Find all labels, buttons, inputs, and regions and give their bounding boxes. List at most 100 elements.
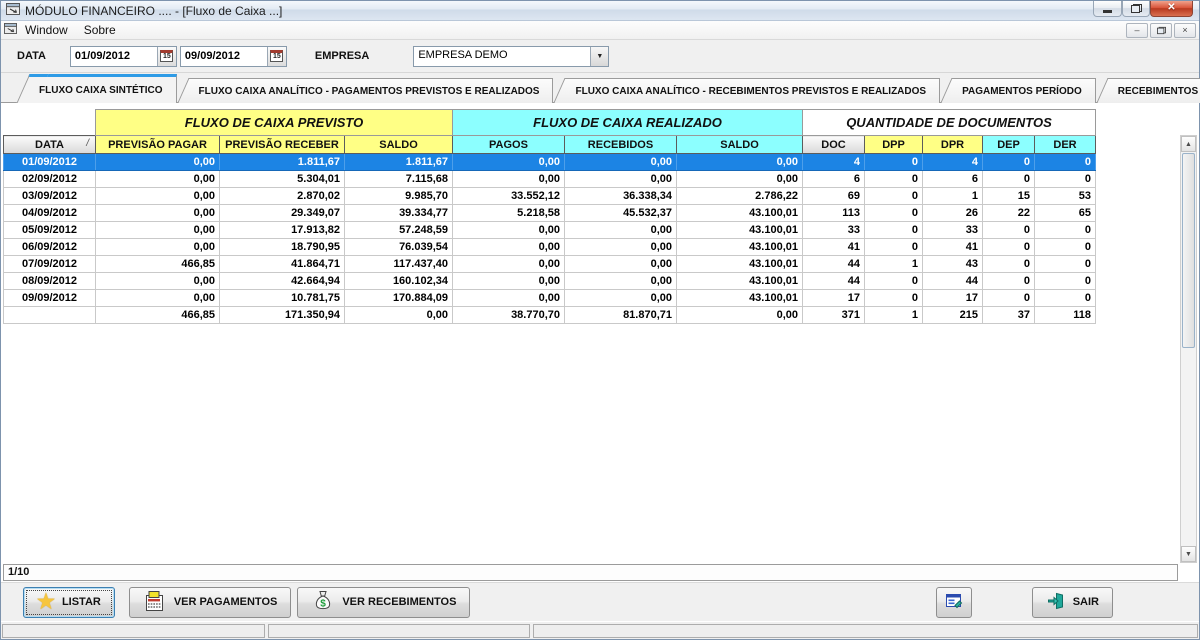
table-row[interactable]: 02/09/20120,005.304,017.115,680,000,000,…: [4, 171, 1096, 188]
cell[interactable]: 0,00: [453, 154, 565, 171]
cell[interactable]: 02/09/2012: [4, 171, 96, 188]
cell[interactable]: 10.781,75: [220, 290, 345, 307]
table-row[interactable]: 03/09/20120,002.870,029.985,7033.552,123…: [4, 188, 1096, 205]
cell[interactable]: 44: [803, 256, 865, 273]
table-row[interactable]: 01/09/20120,001.811,671.811,670,000,000,…: [4, 154, 1096, 171]
column-header-doc-7[interactable]: DOC: [803, 136, 865, 154]
cell[interactable]: 39.334,77: [345, 205, 453, 222]
date-to-calendar-button[interactable]: 15: [267, 47, 286, 66]
mdi-restore-button[interactable]: [1150, 23, 1172, 38]
cell[interactable]: 6: [923, 171, 983, 188]
cell[interactable]: 17: [923, 290, 983, 307]
column-header-saldo-6[interactable]: SALDO: [677, 136, 803, 154]
cell[interactable]: 41: [923, 239, 983, 256]
ver-pagamentos-button[interactable]: VER PAGAMENTOS: [129, 587, 292, 618]
scroll-down-button[interactable]: ▼: [1181, 546, 1196, 562]
cell[interactable]: 5.304,01: [220, 171, 345, 188]
cell[interactable]: 0: [983, 222, 1035, 239]
cell[interactable]: 0: [1035, 222, 1096, 239]
cell[interactable]: 69: [803, 188, 865, 205]
cell[interactable]: 26: [923, 205, 983, 222]
cell[interactable]: 0,00: [565, 222, 677, 239]
cell[interactable]: 5.218,58: [453, 205, 565, 222]
cell[interactable]: 0,00: [565, 154, 677, 171]
column-header-pagos-4[interactable]: PAGOS: [453, 136, 565, 154]
cell[interactable]: 43: [923, 256, 983, 273]
cell[interactable]: 0: [865, 188, 923, 205]
cell[interactable]: 0: [865, 205, 923, 222]
cell[interactable]: 41: [803, 239, 865, 256]
cell[interactable]: 0,00: [96, 154, 220, 171]
cell[interactable]: 466,85: [96, 256, 220, 273]
cell[interactable]: 41.864,71: [220, 256, 345, 273]
cell[interactable]: 0,00: [96, 188, 220, 205]
cell[interactable]: 4: [803, 154, 865, 171]
cell[interactable]: 0: [865, 273, 923, 290]
cell[interactable]: 0: [983, 290, 1035, 307]
cell[interactable]: 0: [983, 239, 1035, 256]
menu-item-window[interactable]: Window: [17, 22, 76, 38]
cell[interactable]: 15: [983, 188, 1035, 205]
cell[interactable]: 0,00: [96, 205, 220, 222]
cell[interactable]: 0,00: [453, 256, 565, 273]
cell[interactable]: 45.532,37: [565, 205, 677, 222]
cell[interactable]: 0,00: [96, 171, 220, 188]
cell[interactable]: 0: [1035, 273, 1096, 290]
cell[interactable]: 0,00: [453, 239, 565, 256]
cell[interactable]: 43.100,01: [677, 290, 803, 307]
cell[interactable]: 22: [983, 205, 1035, 222]
cell[interactable]: 4: [923, 154, 983, 171]
cell[interactable]: 0,00: [453, 222, 565, 239]
cell[interactable]: 0: [865, 239, 923, 256]
cell[interactable]: 1: [865, 256, 923, 273]
menu-item-sobre[interactable]: Sobre: [76, 22, 124, 38]
cell[interactable]: 03/09/2012: [4, 188, 96, 205]
cell[interactable]: 43.100,01: [677, 239, 803, 256]
table-row[interactable]: 08/09/20120,0042.664,94160.102,340,000,0…: [4, 273, 1096, 290]
cell[interactable]: 0,00: [96, 290, 220, 307]
table-row[interactable]: 07/09/2012466,8541.864,71117.437,400,000…: [4, 256, 1096, 273]
cell[interactable]: 1.811,67: [220, 154, 345, 171]
cell[interactable]: 0: [983, 154, 1035, 171]
cell[interactable]: 43.100,01: [677, 256, 803, 273]
cell[interactable]: 160.102,34: [345, 273, 453, 290]
cell[interactable]: 29.349,07: [220, 205, 345, 222]
cell[interactable]: 0: [983, 256, 1035, 273]
column-header-recebidos-5[interactable]: RECEBIDOS: [565, 136, 677, 154]
column-header-der-11[interactable]: DER: [1035, 136, 1096, 154]
report-button[interactable]: [936, 587, 972, 618]
cell[interactable]: 43.100,01: [677, 273, 803, 290]
cell[interactable]: 0,00: [565, 239, 677, 256]
cell[interactable]: 0,00: [565, 171, 677, 188]
mdi-minimize-button[interactable]: –: [1126, 23, 1148, 38]
table-row[interactable]: 06/09/20120,0018.790,9576.039,540,000,00…: [4, 239, 1096, 256]
column-header-saldo-3[interactable]: SALDO: [345, 136, 453, 154]
chevron-down-icon[interactable]: ▼: [590, 47, 608, 66]
cell[interactable]: 0: [1035, 290, 1096, 307]
cell[interactable]: 33: [923, 222, 983, 239]
cell[interactable]: 0,00: [96, 239, 220, 256]
mdi-close-button[interactable]: ×: [1174, 23, 1196, 38]
cell[interactable]: 6: [803, 171, 865, 188]
cell[interactable]: 44: [803, 273, 865, 290]
cell[interactable]: 06/09/2012: [4, 239, 96, 256]
cell[interactable]: 113: [803, 205, 865, 222]
cell[interactable]: 17.913,82: [220, 222, 345, 239]
tab-recebimentos-periodo[interactable]: RECEBIMENTOS PERÍODO: [1111, 78, 1200, 103]
listar-button[interactable]: ★ LISTAR: [23, 587, 115, 618]
close-button[interactable]: ✕: [1150, 1, 1193, 17]
cell[interactable]: 0: [1035, 154, 1096, 171]
date-to-input[interactable]: [181, 47, 267, 66]
cell[interactable]: 0,00: [677, 154, 803, 171]
cell[interactable]: 01/09/2012: [4, 154, 96, 171]
cell[interactable]: 33: [803, 222, 865, 239]
cell[interactable]: 53: [1035, 188, 1096, 205]
cell[interactable]: 07/09/2012: [4, 256, 96, 273]
cell[interactable]: 36.338,34: [565, 188, 677, 205]
cell[interactable]: 04/09/2012: [4, 205, 96, 222]
scrollbar-thumb[interactable]: [1182, 153, 1195, 348]
table-row[interactable]: 09/09/20120,0010.781,75170.884,090,000,0…: [4, 290, 1096, 307]
cell[interactable]: 0,00: [453, 171, 565, 188]
tab-fluxo-caixa-analitico-recebimentos-previstos-e-realizados[interactable]: FLUXO CAIXA ANALÍTICO - RECEBIMENTOS PRE…: [568, 78, 940, 103]
column-header-dpr-9[interactable]: DPR: [923, 136, 983, 154]
